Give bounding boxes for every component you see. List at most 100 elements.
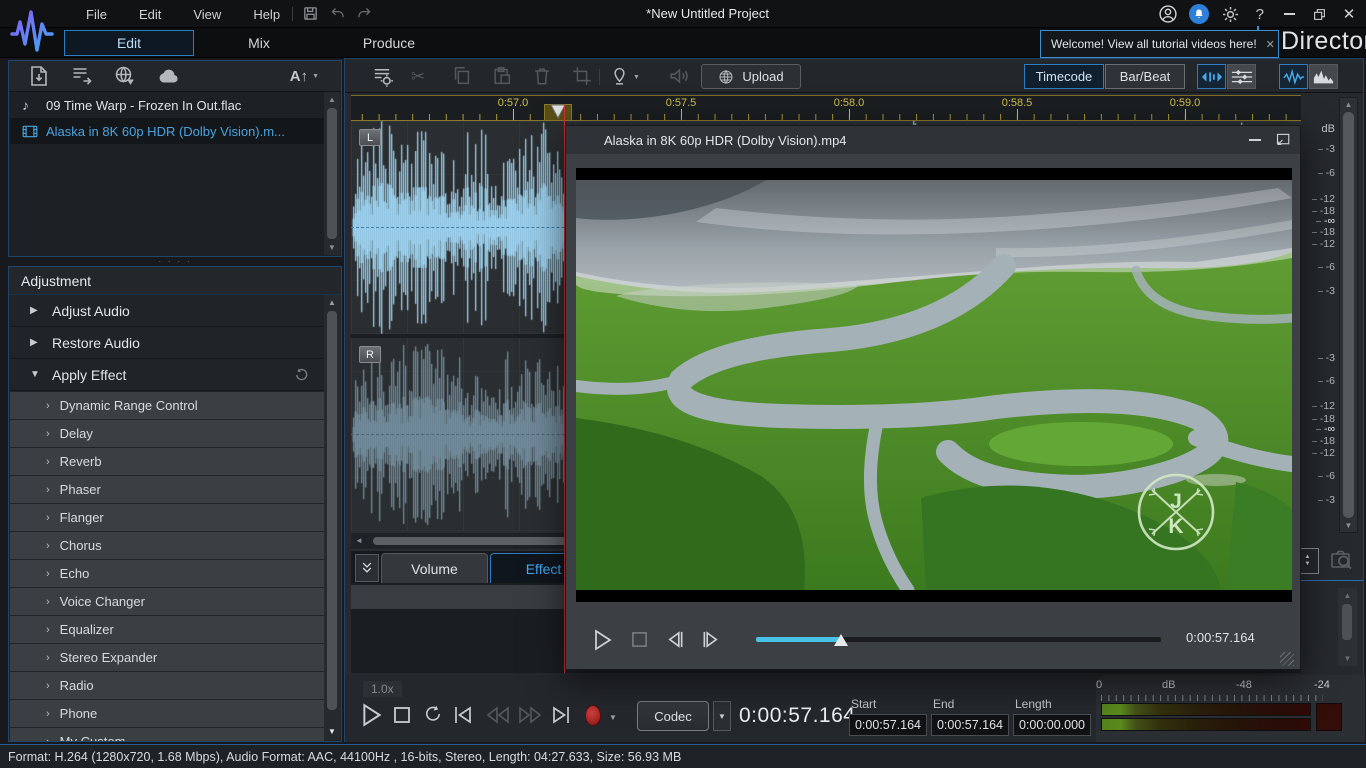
menu-item[interactable]: File [70,7,123,22]
import-media-icon[interactable] [27,64,51,88]
media-file-row[interactable]: Alaska in 8K 60p HDR (Dolby Vision).m... [10,118,324,144]
waveform-display-button[interactable] [1279,64,1308,89]
media-file-row[interactable]: ♪ 09 Time Warp - Frozen In Out.flac [10,92,324,118]
adjustment-scrollbar[interactable]: ▲ ▼ [324,295,340,740]
library-scrollbar[interactable]: ▲ ▼ [324,92,340,255]
marker-icon[interactable] [609,65,630,87]
text-to-speech-tool[interactable]: A↑ ▼ [290,61,319,92]
save-icon[interactable] [302,5,319,22]
settings-gear-icon[interactable] [1221,5,1240,24]
cloud-icon[interactable] [155,64,182,88]
properties-icon[interactable] [371,65,394,88]
effect-item[interactable]: › Flanger [10,504,324,531]
mode-tab[interactable]: Edit [64,30,194,56]
upload-button[interactable]: Upload [701,64,801,89]
tooltip-close-icon[interactable]: ✕ [1257,38,1284,51]
effect-item[interactable]: › Radio [10,672,324,699]
video-minimize-icon[interactable] [1249,139,1261,141]
panel-splitter[interactable]: · · · · [8,257,342,265]
record-button[interactable] [585,705,601,726]
fast-forward-button[interactable] [517,706,543,724]
effect-item[interactable]: › Delay [10,420,324,447]
media-format-info: Format: H.264 (1280x720, 1.68 Mbps), Aud… [0,750,681,764]
adjustment-section[interactable]: ▶ Adjust Audio [10,295,324,327]
vertical-scrollbar[interactable]: ▲ ▼ [1339,97,1358,533]
help-icon[interactable]: ? [1256,6,1264,23]
timeline-ruler[interactable]: 0:57.00:57.50:58.00:58.50:59.0 [351,95,1301,121]
effect-item[interactable]: › Reverb [10,448,324,475]
video-seek-slider[interactable] [756,637,1161,642]
window-resize-grip[interactable] [1280,652,1294,666]
mode-tabs: EditMixProduce [64,30,454,56]
cut-icon[interactable]: ✂ [411,67,425,87]
spectral-display-button[interactable] [1309,64,1338,89]
range-field-value[interactable]: 0:00:57.164 [931,714,1009,736]
item-chevron-icon: › [46,736,50,743]
minimize-button[interactable] [1274,0,1304,28]
play-button[interactable] [361,703,383,727]
range-field-value[interactable]: 0:00:00.000 [1013,714,1091,736]
keyframe-view-button[interactable] [1227,64,1256,89]
adjustment-section[interactable]: ▶ Restore Audio [10,327,324,359]
effect-item[interactable]: › Equalizer [10,616,324,643]
video-screen[interactable]: J K [576,168,1292,602]
effect-item[interactable]: › My Custom [10,728,324,742]
stop-button[interactable] [393,706,411,724]
barbeat-mode-button[interactable]: Bar/Beat [1105,64,1185,89]
notification-bell-icon[interactable] [1189,4,1209,24]
go-to-end-button[interactable] [551,705,571,725]
effect-area-scrollbar[interactable]: ▲ ▼ [1338,588,1357,666]
effect-item[interactable]: › Dynamic Range Control [10,392,324,419]
adjustment-section[interactable]: ▼ Apply Effect [10,359,324,391]
snapshot-zoom-icon[interactable] [1329,548,1354,572]
effect-item[interactable]: › Echo [10,560,324,587]
copy-icon[interactable] [451,65,473,87]
playback-speed[interactable]: 1.0x [363,681,402,697]
redo-icon[interactable] [356,6,372,21]
effect-item[interactable]: › Stereo Expander [10,644,324,671]
next-frame-button[interactable] [701,630,721,649]
left-channel-badge[interactable]: L [359,129,381,146]
reset-icon[interactable] [293,367,310,383]
timecode-mode-button[interactable]: Timecode [1024,64,1104,89]
undo-icon[interactable] [330,6,346,21]
menu-item[interactable]: View [177,7,237,22]
loop-button[interactable] [423,704,443,724]
account-icon[interactable] [1158,4,1178,24]
item-chevron-icon: › [46,512,50,524]
batch-export-icon[interactable] [69,64,94,88]
effect-item[interactable]: › Chorus [10,532,324,559]
effect-item[interactable]: › Phone [10,700,324,727]
download-from-web-icon[interactable] [112,64,137,88]
video-preview-window[interactable]: Alaska in 8K 60p HDR (Dolby Vision).mp4 [565,125,1301,670]
track-tab[interactable]: Volume [381,553,488,583]
effect-item[interactable]: › Phaser [10,476,324,503]
right-channel-badge[interactable]: R [359,346,381,363]
collapse-tracks-button[interactable] [355,554,379,582]
rewind-button[interactable] [485,706,511,724]
smart-fit-icon[interactable] [667,65,691,87]
effect-item[interactable]: › Voice Changer [10,588,324,615]
marker-caret-icon[interactable]: ▼ [633,74,640,81]
current-timecode: 0:00:57.164 [739,704,855,728]
video-window-titlebar[interactable]: Alaska in 8K 60p HDR (Dolby Vision).mp4 [566,126,1300,154]
codec-caret-icon[interactable]: ▼ [713,701,731,731]
seek-thumb[interactable] [834,634,848,646]
mode-tab[interactable]: Produce [324,30,454,56]
video-stop-button[interactable] [631,631,648,648]
close-button[interactable]: ✕ [1334,0,1364,28]
paste-icon[interactable] [491,65,513,87]
video-dock-icon[interactable] [1275,133,1290,147]
restore-button[interactable] [1304,0,1334,28]
range-field-value[interactable]: 0:00:57.164 [849,714,927,736]
menu-item[interactable]: Edit [123,7,177,22]
codec-button[interactable]: Codec [637,701,709,731]
mode-tab[interactable]: Mix [194,30,324,56]
previous-frame-button[interactable] [665,630,685,649]
video-play-button[interactable] [593,629,613,651]
go-to-start-button[interactable] [453,705,473,725]
record-caret-icon[interactable]: ▼ [609,713,617,722]
trim-icon[interactable] [571,65,593,87]
waveform-edit-view-button[interactable] [1197,64,1226,89]
delete-icon[interactable] [531,65,553,87]
